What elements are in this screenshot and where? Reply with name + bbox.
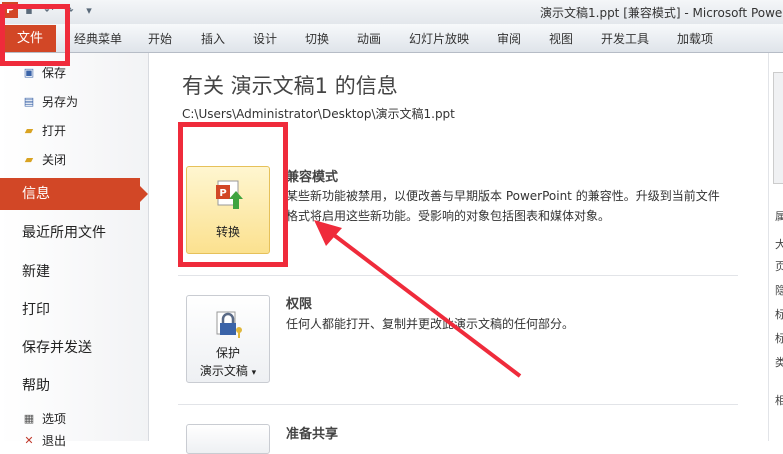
annotation-arrow xyxy=(314,220,522,378)
